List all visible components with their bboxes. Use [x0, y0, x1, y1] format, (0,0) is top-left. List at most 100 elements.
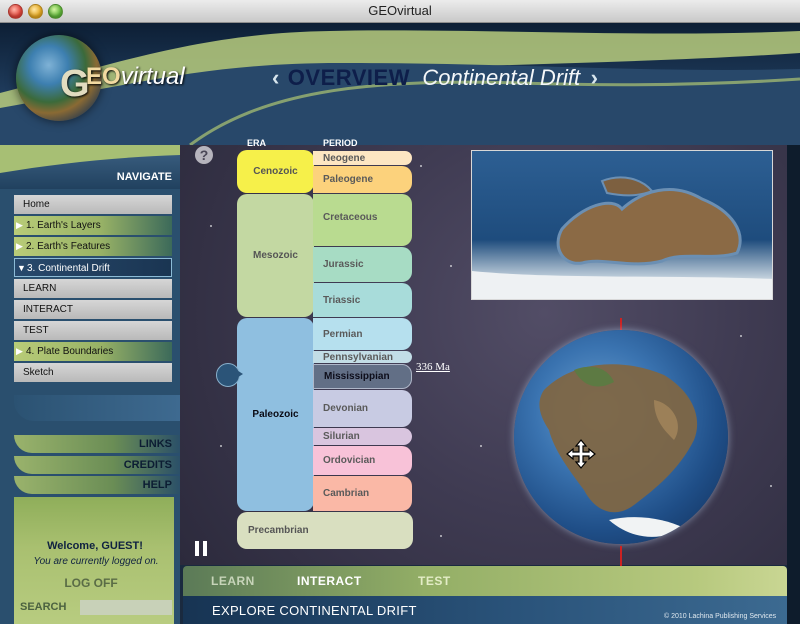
period-devonian[interactable]: Devonian [313, 390, 412, 427]
links-block: LINKS CREDITS HELP [6, 395, 181, 495]
search-input[interactable] [80, 600, 172, 615]
period-jurassic[interactable]: Jurassic [313, 247, 412, 282]
tab-learn[interactable]: LEARN [211, 574, 255, 588]
login-status: You are currently logged on. [33, 556, 159, 567]
copyright-text: © 2010 Lachina Publishing Services [664, 613, 777, 620]
pause-icon [203, 541, 207, 556]
era-heading: ERA [247, 138, 267, 148]
search-label: SEARCH [20, 601, 67, 613]
nav-item-label: Sketch [23, 367, 54, 378]
welcome-text: Welcome, GUEST! [47, 540, 143, 552]
period-pennsylvanian[interactable]: Pennsylvanian [313, 351, 412, 363]
help-button[interactable]: HELP [14, 476, 180, 494]
period-label: Neogene [323, 152, 366, 164]
map-continents-graphic [472, 176, 772, 299]
era-label: Precambrian [248, 525, 309, 536]
links-button[interactable]: LINKS [14, 435, 180, 453]
era-precambrian[interactable]: Precambrian [237, 512, 413, 549]
nav-item-label: 4. Plate Boundaries [26, 346, 114, 357]
navigate-header: NAVIGATE [0, 145, 180, 189]
triangle-right-icon: ▶ [16, 346, 23, 356]
pause-button[interactable] [195, 541, 209, 556]
globe-axis-top [620, 318, 622, 330]
pause-icon [195, 541, 199, 556]
nav-item-label: Home [23, 199, 50, 210]
logo-virtual: virtual [120, 63, 185, 90]
overview-label: OVERVIEW [287, 65, 410, 90]
help-label: HELP [142, 479, 172, 491]
logoff-button[interactable]: LOG OFF [16, 576, 166, 590]
help-question-icon[interactable]: ? [195, 146, 213, 164]
triangle-right-icon: ▶ [16, 220, 23, 230]
nav-item-test[interactable]: TEST [14, 321, 172, 340]
period-label: Silurian [323, 431, 360, 442]
nav-item-earths-layers[interactable]: ▶ 1. Earth's Layers [14, 216, 172, 235]
period-label: Mississippian [324, 371, 390, 382]
links-decorative-tab [14, 395, 180, 421]
time-slider-pointer-icon [235, 369, 243, 379]
globe-continents-graphic [539, 364, 698, 537]
nav-item-label: 2. Earth's Features [26, 241, 111, 252]
nav-item-continental-drift[interactable]: ▼ 3. Continental Drift [14, 258, 172, 277]
period-cretaceous[interactable]: Cretaceous [313, 194, 412, 246]
nav-item-label: INTERACT [23, 304, 73, 315]
prev-section-icon[interactable]: ‹ [272, 65, 279, 90]
period-label: Devonian [323, 403, 369, 414]
logo-wordmark: EOvirtual [86, 63, 185, 91]
nav-item-label: LEARN [23, 283, 57, 294]
era-cenozoic[interactable]: Cenozoic [237, 150, 314, 193]
nav-item-interact[interactable]: INTERACT [14, 300, 172, 319]
nav-item-learn[interactable]: LEARN [14, 279, 172, 298]
period-label: Permian [323, 328, 363, 340]
period-label: Ordovician [323, 455, 376, 466]
credits-button[interactable]: CREDITS [14, 456, 180, 474]
era-mesozoic[interactable]: Mesozoic [237, 194, 314, 317]
topic-title: Continental Drift [422, 65, 581, 90]
period-label: Paleogene [323, 174, 374, 185]
period-silurian[interactable]: Silurian [313, 428, 412, 445]
era-label: Cenozoic [253, 166, 298, 177]
nav-item-label: 1. Earth's Layers [26, 220, 101, 231]
period-triassic[interactable]: Triassic [313, 283, 412, 317]
period-heading: PERIOD [323, 138, 358, 148]
credits-label: CREDITS [123, 459, 172, 471]
period-mississippian[interactable]: Mississippian [313, 364, 412, 389]
explore-caption: EXPLORE CONTINENTAL DRIFT [212, 603, 417, 618]
tab-test[interactable]: TEST [418, 574, 451, 588]
nav-item-plate-boundaries[interactable]: ▶ 4. Plate Boundaries [14, 342, 172, 361]
period-label: Triassic [323, 294, 361, 306]
app-header: G EOvirtual ‹ OVERVIEW Continental Drift… [0, 23, 800, 145]
era-paleozoic[interactable]: Paleozoic [237, 318, 314, 511]
period-cambrian[interactable]: Cambrian [313, 476, 412, 511]
period-label: Pennsylvanian [323, 351, 394, 363]
window-titlebar: GEOvirtual [0, 0, 800, 23]
period-label: Cretaceous [323, 212, 378, 223]
period-ordovician[interactable]: Ordovician [313, 446, 412, 475]
links-label: LINKS [139, 438, 172, 450]
period-paleogene[interactable]: Paleogene [313, 166, 412, 193]
logo-eo: EO [86, 63, 121, 90]
period-label: Jurassic [323, 259, 364, 270]
rotating-globe[interactable] [514, 330, 728, 544]
era-label: Paleozoic [252, 409, 299, 420]
triangle-right-icon: ▶ [16, 241, 23, 251]
globe-axis-bottom [620, 546, 622, 566]
flat-world-map [471, 150, 773, 300]
era-label: Mesozoic [252, 250, 298, 261]
period-label: Cambrian [323, 488, 370, 499]
right-edge [787, 145, 800, 624]
mode-tabs-bar [183, 566, 787, 596]
period-neogene[interactable]: Neogene [313, 151, 412, 165]
period-permian[interactable]: Permian [313, 318, 412, 350]
nav-item-label: 3. Continental Drift [27, 263, 110, 274]
navigate-label: NAVIGATE [116, 171, 172, 183]
nav-item-sketch[interactable]: Sketch [14, 363, 172, 382]
nav-item-earths-features[interactable]: ▶ 2. Earth's Features [14, 237, 172, 256]
time-readout: 336 Ma [416, 361, 450, 373]
section-heading: ‹ OVERVIEW Continental Drift › [272, 65, 612, 95]
window-title: GEOvirtual [368, 3, 432, 18]
tab-interact[interactable]: INTERACT [297, 574, 362, 588]
nav-item-label: TEST [23, 325, 49, 336]
nav-item-home[interactable]: Home [14, 195, 172, 214]
next-section-icon[interactable]: › [591, 65, 598, 90]
